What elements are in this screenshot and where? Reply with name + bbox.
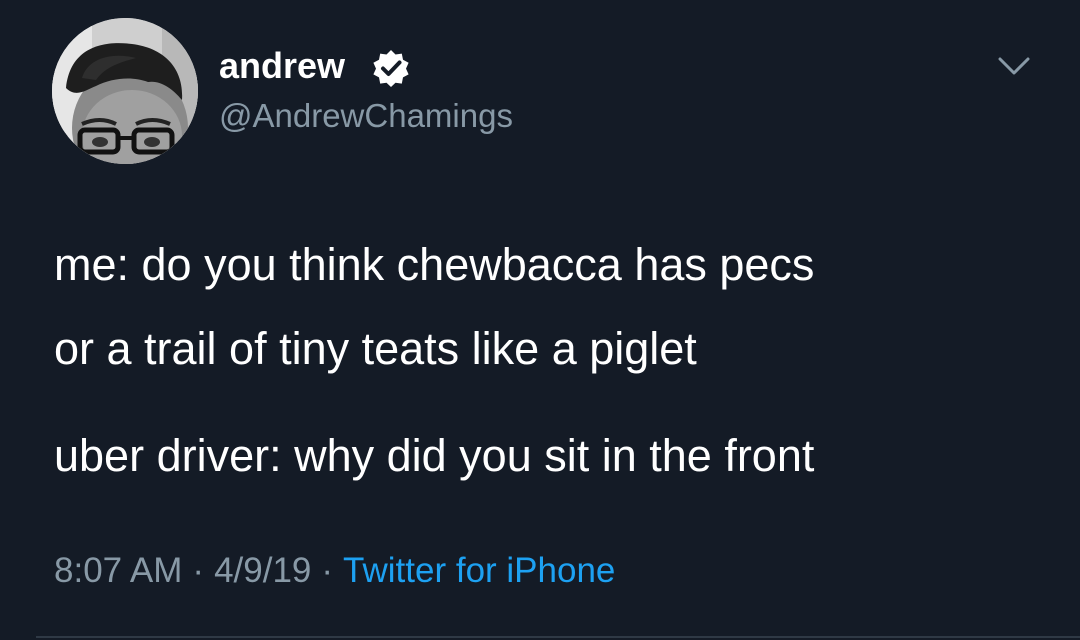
tweet-text-line: uber driver: why did you sit in the fron… — [54, 430, 815, 481]
meta-separator: · — [321, 551, 334, 590]
tweet-meta: 8:07 AM · 4/9/19 · Twitter for iPhone — [54, 549, 615, 593]
tweet-source-link[interactable]: Twitter for iPhone — [343, 551, 615, 590]
tweet-text-line: me: do you think chewbacca has pecs — [54, 239, 815, 290]
chevron-down-icon[interactable] — [997, 53, 1031, 79]
author-handle[interactable]: @AndrewChamings — [219, 95, 513, 137]
divider — [36, 636, 1080, 638]
tweet-time[interactable]: 8:07 AM — [54, 551, 182, 590]
tweet-card: andrew @AndrewChamings me: do you think … — [0, 0, 1080, 640]
meta-separator: · — [192, 551, 205, 590]
tweet-date[interactable]: 4/9/19 — [214, 551, 311, 590]
avatar-image — [52, 18, 198, 164]
avatar[interactable] — [52, 18, 198, 164]
verified-badge-icon — [373, 50, 409, 87]
tweet-text-line: or a trail of tiny teats like a piglet — [54, 323, 697, 374]
author-display-name[interactable]: andrew — [219, 44, 345, 88]
